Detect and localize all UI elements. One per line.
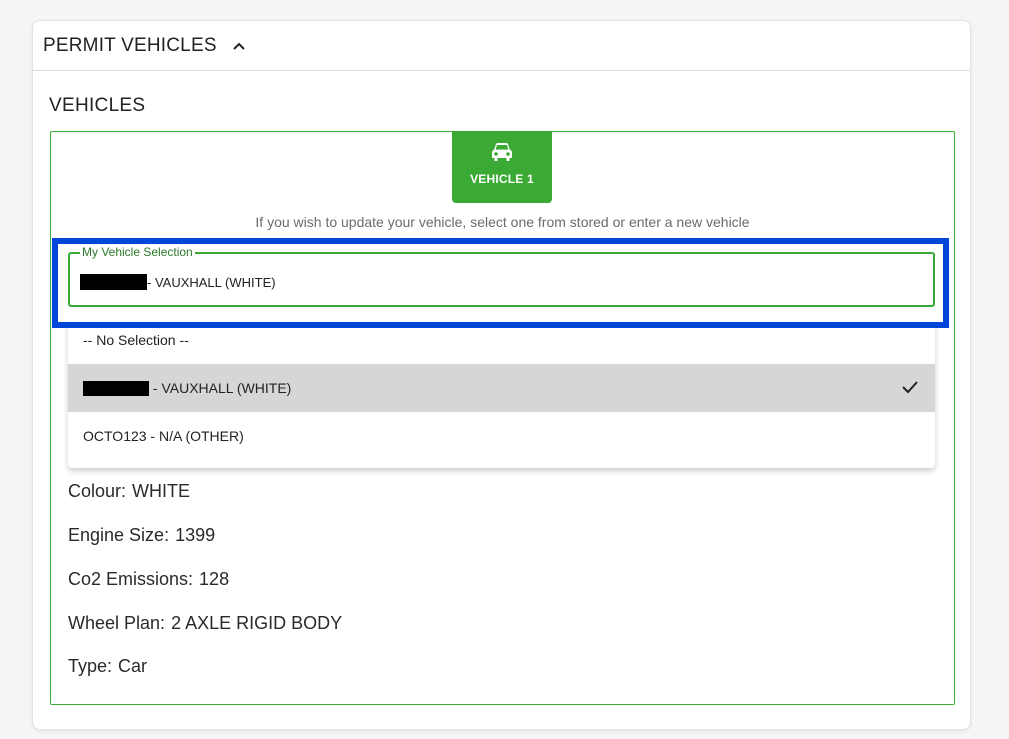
detail-label: Wheel Plan: [68,613,166,633]
detail-label: Colour: [68,481,127,501]
detail-label: Engine Size: [68,525,170,545]
card-header[interactable]: PERMIT VEHICLES [33,21,970,71]
select-value-text: - VAUXHALL (WHITE) [147,274,276,290]
detail-type: Type: Car [68,656,147,677]
detail-value: 1399 [175,525,216,545]
detail-label: Type: [68,656,113,676]
option-label: -- No Selection -- [83,332,189,348]
detail-value: 128 [199,569,230,589]
vehicle-tab-1[interactable]: VEHICLE 1 [452,131,552,203]
redacted-registration [80,274,147,290]
section-title: VEHICLES [49,95,146,116]
option-vauxhall[interactable]: - VAUXHALL (WHITE) [68,364,935,412]
car-icon [492,143,512,161]
detail-co2: Co2 Emissions: 128 [68,569,229,590]
highlight-box: My Vehicle Selection - VAUXHALL (WHITE) [52,238,949,328]
detail-value: WHITE [132,481,191,501]
vehicle-tab-label: VEHICLE 1 [470,172,534,186]
detail-value: Car [118,656,148,676]
card-title: PERMIT VEHICLES [43,34,217,56]
chevron-up-icon[interactable] [231,38,247,54]
option-label: OCTO123 - N/A (OTHER) [83,428,244,444]
vehicle-dropdown: -- No Selection -- - VAUXHALL (WHITE) OC… [68,316,935,468]
detail-value: 2 AXLE RIGID BODY [171,613,343,633]
detail-label: Co2 Emissions: [68,569,194,589]
check-icon [902,381,918,394]
option-octo123[interactable]: OCTO123 - N/A (OTHER) [68,412,935,460]
option-label: - VAUXHALL (WHITE) [149,380,292,396]
detail-colour: Colour: WHITE [68,481,190,502]
detail-engine-size: Engine Size: 1399 [68,525,215,546]
update-hint: If you wish to update your vehicle, sele… [255,214,750,230]
redacted-registration [83,380,149,396]
vehicle-select[interactable]: My Vehicle Selection - VAUXHALL (WHITE) [68,245,935,307]
select-legend: My Vehicle Selection [80,245,195,259]
detail-wheel-plan: Wheel Plan: 2 AXLE RIGID BODY [68,613,342,634]
select-value: - VAUXHALL (WHITE) [80,274,276,290]
